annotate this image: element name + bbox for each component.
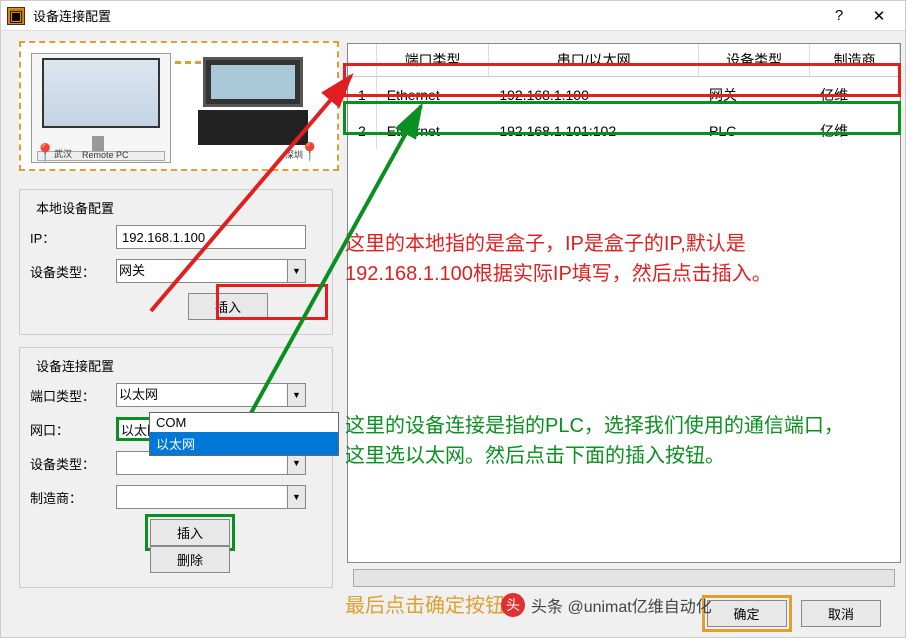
ok-button[interactable]: 确定	[707, 600, 787, 627]
col-maker: 制造商	[810, 44, 900, 77]
net-port-label: 网口：	[30, 420, 116, 439]
col-port: 端口类型	[376, 44, 489, 77]
conn-insert-button[interactable]: 插入	[150, 519, 230, 546]
net-port-dropdown[interactable]: COM 以太网	[149, 412, 339, 456]
conn-delete-button[interactable]: 删除	[150, 546, 230, 573]
col-num	[348, 44, 376, 77]
port-type-label: 端口类型：	[30, 386, 116, 405]
dialog-window: ▣ 设备连接配置 ? ✕ 📍 武汉 Remote PC	[0, 0, 906, 638]
watermark: 头 头条 @unimat亿维自动化	[501, 593, 712, 617]
local-legend: 本地设备配置	[32, 198, 118, 217]
diagram-right-city: 深圳	[285, 148, 303, 161]
cancel-button[interactable]: 取消	[801, 600, 881, 627]
dropdown-option-ethernet[interactable]: 以太网	[150, 432, 338, 455]
chevron-down-icon: ▼	[287, 384, 305, 406]
device-type-label: 设备类型：	[30, 262, 116, 281]
diagram-left-city: 武汉	[54, 147, 72, 160]
topology-diagram: 📍 武汉 Remote PC LAN COM 📍 深圳	[19, 41, 339, 171]
port-type-select[interactable]: 以太网▼	[116, 383, 306, 407]
connection-fieldset: 设备连接配置 端口类型： 以太网▼ 网口： 以太网▼ 设备类型： ▼ 制造商： …	[19, 347, 333, 588]
conn-type-label: 设备类型：	[30, 454, 116, 473]
chevron-down-icon: ▼	[287, 260, 305, 282]
col-type: 设备类型	[699, 44, 810, 77]
titlebar: ▣ 设备连接配置 ? ✕	[1, 1, 905, 31]
help-button[interactable]: ?	[819, 2, 859, 30]
content-area: 📍 武汉 Remote PC LAN COM 📍 深圳	[1, 31, 905, 636]
table-header-row: 端口类型 串口/以太网 设备类型 制造商	[348, 44, 900, 77]
ip-input[interactable]	[116, 225, 306, 249]
watermark-text: 头条 @unimat亿维自动化	[531, 593, 712, 617]
maker-select[interactable]: ▼	[116, 485, 306, 509]
local-device-fieldset: 本地设备配置 IP： 设备类型： 网关▼ 插入	[19, 189, 333, 335]
ip-label: IP：	[30, 228, 116, 247]
col-addr: 串口/以太网	[489, 44, 699, 77]
local-insert-button[interactable]: 插入	[188, 293, 268, 320]
plc-graphic: LAN COM 📍 深圳	[183, 53, 323, 163]
watermark-icon: 头	[501, 593, 525, 617]
close-button[interactable]: ✕	[859, 2, 899, 30]
conn-legend: 设备连接配置	[32, 356, 118, 375]
maker-label: 制造商：	[30, 488, 116, 507]
window-title: 设备连接配置	[33, 6, 819, 25]
remote-pc-graphic: 📍 武汉 Remote PC	[31, 53, 171, 163]
annotation-orange: 最后点击确定按钮	[345, 591, 505, 621]
annotation-green: 这里的设备连接是指的PLC，选择我们使用的通信端口，这里选以太网。然后点击下面的…	[345, 411, 855, 471]
device-table: 端口类型 串口/以太网 设备类型 制造商 1 Ethernet 192.168.…	[347, 43, 901, 563]
table-row[interactable]: 1 Ethernet 192.168.1.100 网关 亿维	[348, 77, 900, 114]
dropdown-option-com[interactable]: COM	[150, 413, 338, 432]
table-row[interactable]: 2 Ethernet 192.168.1.101:102 PLC 亿维	[348, 113, 900, 149]
diagram-left-sub: Remote PC	[82, 150, 129, 160]
annotation-red: 这里的本地指的是盒子，IP是盒子的IP,默认是192.168.1.100根据实际…	[345, 229, 865, 289]
dialog-buttons: 确定 取消	[707, 600, 891, 627]
right-panel: 端口类型 串口/以太网 设备类型 制造商 1 Ethernet 192.168.…	[341, 31, 905, 636]
app-icon: ▣	[7, 7, 25, 25]
left-panel: 📍 武汉 Remote PC LAN COM 📍 深圳	[1, 31, 341, 636]
chevron-down-icon: ▼	[287, 486, 305, 508]
device-type-select[interactable]: 网关▼	[116, 259, 306, 283]
horizontal-scrollbar[interactable]	[353, 569, 895, 587]
